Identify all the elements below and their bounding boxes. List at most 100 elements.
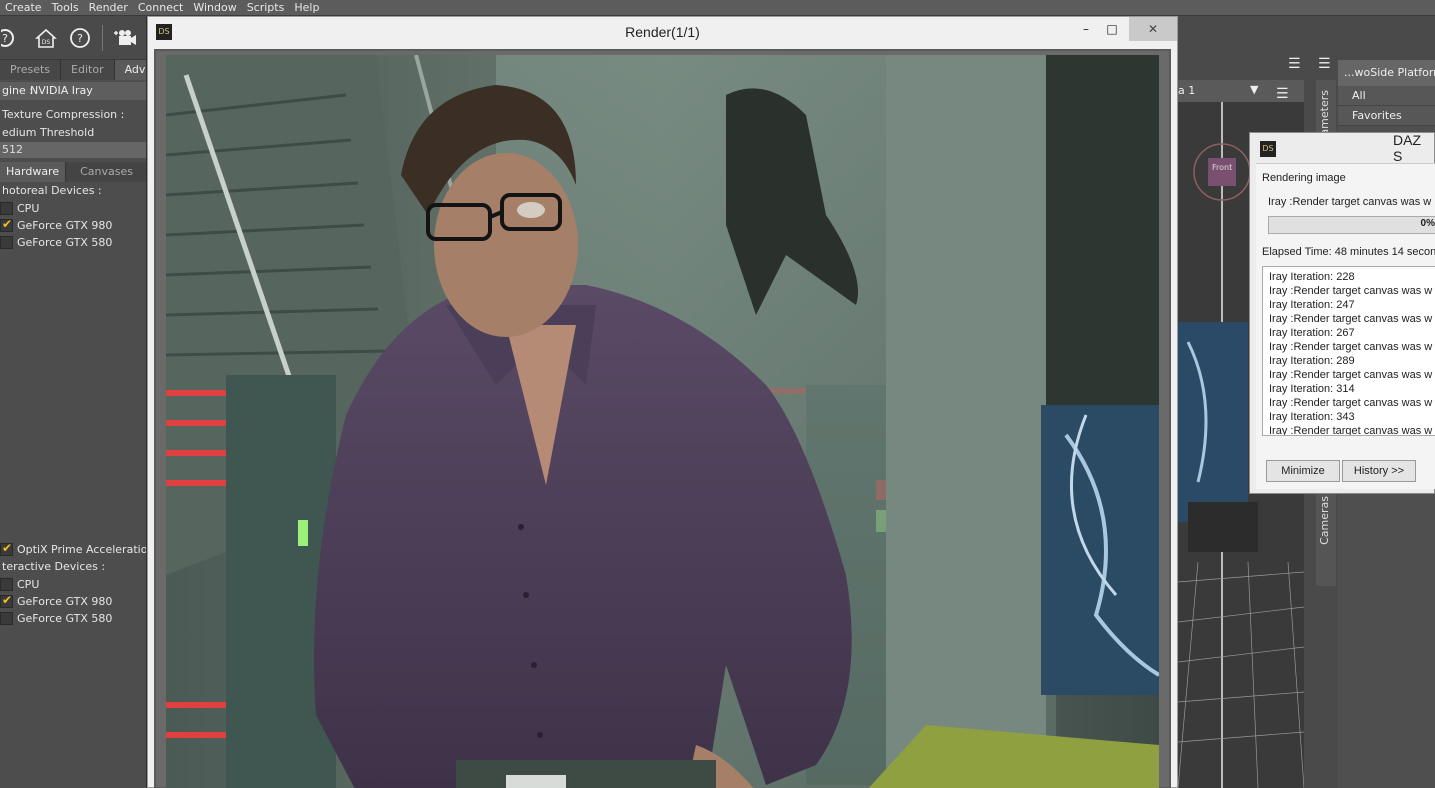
render-window-titlebar[interactable]: DS Render(1/1) – □ ✕ [148,17,1177,47]
render-canvas [166,55,1159,788]
dialog-titlebar[interactable]: DS DAZ S [1250,132,1434,164]
interactive-device-label: GeForce GTX 580 [17,612,113,625]
render-frame [154,49,1171,788]
content-title[interactable]: ...woSide Platform [1338,60,1435,86]
log-line: Iray :Render target canvas was w [1269,341,1433,353]
front-label: Front [1212,163,1233,172]
optix-checkbox[interactable] [0,541,13,556]
interactive-device-row[interactable]: GeForce GTX 980 [0,593,146,610]
log-line: Iray :Render target canvas was w [1269,285,1433,297]
menu-scripts[interactable]: Scripts [242,0,290,16]
photoreal-device-row[interactable]: CPU [0,200,146,217]
dialog-body: Rendering image Iray :Render target canv… [1256,163,1435,489]
menu-window[interactable]: Window [188,0,241,16]
log-line: Iray :Render target canvas was w [1269,313,1433,325]
photoreal-device-row[interactable]: GeForce GTX 580 [0,234,146,251]
photoreal-device-label: GeForce GTX 980 [17,219,113,232]
photoreal-device-row[interactable]: GeForce GTX 980 [0,217,146,234]
interactive-device-checkbox[interactable] [0,578,13,591]
elapsed-time: Elapsed Time: 48 minutes 14 secon [1262,246,1435,258]
interactive-device-label: GeForce GTX 980 [17,595,113,608]
render-window-title: Render(1/1) [625,24,700,40]
menu-bar: Create Tools Render Connect Window Scrip… [0,0,1435,16]
log-line: Iray Iteration: 314 [1269,383,1355,395]
photoreal-devices-header: hotoreal Devices : [2,184,102,197]
photoreal-device-checkbox[interactable] [0,217,13,232]
cameras-tab-label: Cameras [1318,496,1331,545]
device-tabs: Hardware Canvases [0,162,146,182]
menu-tools[interactable]: Tools [47,0,84,16]
render-window: DS Render(1/1) – □ ✕ [147,16,1178,788]
help-circle-icon[interactable]: ? [0,26,24,50]
interactive-device-row[interactable]: GeForce GTX 580 [0,610,146,627]
svg-text:?: ? [77,32,83,45]
svg-text:?: ? [2,32,8,45]
dialog-ds-logo-icon: DS [1260,141,1276,157]
interactive-device-list: CPU GeForce GTX 980 GeForce GTX 580 [0,576,146,627]
tab-editor[interactable]: Editor [61,60,115,80]
viewport-camera-label: a 1 [1178,84,1196,97]
texture-compression-label: Texture Compression : [2,108,125,121]
minimize-button[interactable]: Minimize [1266,460,1340,482]
engine-field[interactable]: gine : NVIDIA Iray [0,82,146,100]
menu-connect[interactable]: Connect [133,0,188,16]
interactive-device-label: CPU [17,578,40,591]
optix-option[interactable]: OptiX Prime Acceleration [0,541,146,558]
panel-menu-icon[interactable]: ☰ [1288,56,1308,76]
photoreal-device-label: CPU [17,202,40,215]
svg-text:DS: DS [42,39,51,46]
log-line: Iray Iteration: 267 [1269,327,1355,339]
camera-icon[interactable] [113,26,137,50]
interactive-devices-header: teractive Devices : [2,560,106,573]
rendering-image-label: Rendering image [1262,172,1346,184]
interactive-device-checkbox[interactable] [0,612,13,625]
photoreal-device-checkbox[interactable] [0,236,13,249]
medium-threshold-label: edium Threshold [2,126,95,139]
render-progress-bar: 0% [1268,216,1435,234]
content-menu-icon[interactable]: ☰ [1318,56,1338,76]
rendered-scene-image [166,55,1159,788]
photoreal-device-label: GeForce GTX 580 [17,236,113,249]
log-line: Iray :Render target canvas was w [1269,425,1433,436]
content-item-all[interactable]: All [1338,86,1435,106]
render-log: Iray Iteration: 228 Iray :Render target c… [1262,266,1435,436]
log-line: Iray Iteration: 343 [1269,411,1355,423]
progress-percent: 0% [1420,218,1435,229]
threshold-value-field[interactable]: 512 [0,142,146,158]
dialog-title: DAZ S [1393,132,1421,164]
tab-advanced[interactable]: Advan [114,60,146,80]
photoreal-device-checkbox[interactable] [0,202,13,215]
chevron-down-icon[interactable]: ▼ [1250,83,1258,96]
menu-render[interactable]: Render [84,0,133,16]
engine-value: NVIDIA Iray [30,84,93,97]
log-line: Iray Iteration: 228 [1269,271,1355,283]
settings-tabs: Presets Editor Advan [0,60,146,80]
cameras-tab[interactable]: Cameras [1316,486,1336,586]
interactive-device-row[interactable]: CPU [0,576,146,593]
render-progress-dialog: DS DAZ S Rendering image Iray :Render ta… [1249,132,1435,494]
left-toolbar: ? DS ? [0,16,146,60]
help-icon[interactable]: ? [68,26,92,50]
menu-lines-icon[interactable]: ☰ [1276,86,1296,106]
interactive-device-checkbox[interactable] [0,593,13,608]
menu-help[interactable]: Help [289,0,324,16]
log-line: Iray Iteration: 247 [1269,299,1355,311]
history-button[interactable]: History >> [1342,460,1416,482]
engine-label: gine : [2,84,33,97]
log-line: Iray Iteration: 289 [1269,355,1355,367]
tab-canvases[interactable]: Canvases [66,162,146,182]
maximize-icon[interactable]: □ [1097,17,1127,41]
tab-presets[interactable]: Presets [0,60,62,80]
tab-hardware[interactable]: Hardware [0,162,67,182]
close-icon[interactable]: ✕ [1129,17,1177,41]
optix-label: OptiX Prime Acceleration [17,543,147,556]
ds-logo-icon: DS [156,24,172,40]
toolbar-divider [102,24,103,51]
photoreal-device-list: CPU GeForce GTX 980 GeForce GTX 580 [0,200,146,251]
render-status-text: Iray :Render target canvas was w [1268,196,1432,208]
home-icon[interactable]: DS [34,26,58,50]
render-settings-panel: ? DS ? Presets Editor Advan gine : NVIDI… [0,16,147,788]
menu-create[interactable]: Create [0,0,47,16]
content-item-favorites[interactable]: Favorites [1338,106,1435,126]
log-line: Iray :Render target canvas was w [1269,397,1433,409]
